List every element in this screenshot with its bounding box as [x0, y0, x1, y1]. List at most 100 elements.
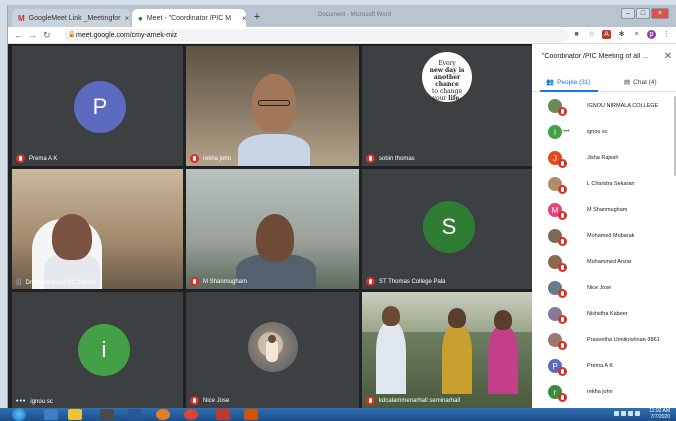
profile-image: Every new day is another chance to chang…	[422, 52, 472, 102]
tab-strip: M GoogleMeet Link _Meetingfor × ● Meet -…	[8, 5, 676, 27]
participant-tile[interactable]: Every new day is another chance to chang…	[362, 46, 532, 166]
panel-tabs: 👥 People (31) ▤ Chat (4)	[532, 74, 676, 92]
tab-people[interactable]: 👥 People (31)	[546, 78, 591, 87]
participant-tile[interactable]: M Shanmugham	[186, 169, 359, 289]
cast-icon[interactable]: ≡	[632, 30, 641, 39]
mic-off-icon	[558, 107, 567, 116]
more-icon: •••	[563, 129, 570, 135]
mic-off-icon	[558, 263, 567, 272]
person-head	[256, 214, 294, 262]
participant-row[interactable]: L Chandra Sekaran	[532, 171, 676, 197]
participant-name: Prema A K	[16, 154, 57, 163]
mic-off-icon	[190, 154, 199, 163]
participant-tile[interactable]: rekha john	[186, 46, 359, 166]
menu-icon[interactable]: ⋮	[662, 30, 671, 39]
participant-row[interactable]: i ••• ignou sc	[532, 119, 676, 145]
puzzle-icon[interactable]: ✱	[617, 30, 626, 39]
window-title: Document - Microsoft Word	[318, 12, 391, 18]
tab-meet[interactable]: ● Meet - "Coordinator /PIC M ×	[132, 9, 246, 27]
new-tab-button[interactable]: +	[250, 11, 264, 24]
close-tab-icon[interactable]: ×	[242, 14, 246, 23]
pdf-icon[interactable]	[216, 409, 230, 420]
tab-gmail[interactable]: M GoogleMeet Link _Meetingfor ×	[12, 9, 130, 27]
participant-row[interactable]: J Jisha Rajesh	[532, 145, 676, 171]
clock[interactable]: 11:02 AM 7/7/2020	[649, 408, 670, 420]
participant-tile[interactable]: S ST Thomas College Pala	[362, 169, 532, 289]
participant-list: IGNOU NIRMALA COLLEGE i ••• ignou sc J Jisha …	[532, 93, 676, 408]
participant-name: rekha john	[190, 154, 231, 163]
close-icon[interactable]: ✕	[664, 51, 672, 62]
reload-icon[interactable]: ↻	[43, 29, 51, 41]
ie-icon[interactable]	[44, 409, 58, 420]
participant-tile[interactable]: kdcalammenarhall seminarhall	[362, 292, 532, 408]
participant-name: Prema A K	[587, 363, 613, 369]
person-head	[448, 308, 466, 328]
tab-chat[interactable]: ▤ Chat (4)	[624, 78, 657, 87]
participant-row[interactable]: MM Shanmugham	[532, 197, 676, 223]
glasses	[258, 100, 290, 106]
volume-icon[interactable]	[635, 411, 640, 416]
participant-name: Praseetha Unnikrishnan-3861	[587, 337, 660, 343]
tray-icon[interactable]	[614, 411, 619, 416]
participant-tile[interactable]: ||| Dr. Jayakumari RC Cochin	[12, 169, 183, 289]
powerpoint-icon[interactable]	[244, 409, 258, 420]
mic-off-icon	[558, 341, 567, 350]
participant-row[interactable]: Muhammed Anzar	[532, 249, 676, 275]
participant-row[interactable]: Nishidha Kabeer	[532, 301, 676, 327]
person-head	[382, 306, 400, 326]
participant-row[interactable]: r rekha john	[532, 379, 676, 405]
person-body	[488, 326, 518, 394]
system-tray	[614, 411, 640, 416]
close-tab-icon[interactable]: ×	[125, 14, 130, 23]
media-icon[interactable]	[100, 409, 114, 420]
star-icon[interactable]: ☆	[587, 30, 596, 39]
mic-off-icon	[558, 159, 567, 168]
people-icon: 👥	[546, 79, 555, 86]
participant-name: Nishidha Kabeer	[587, 311, 628, 317]
participant-name: ST Thomas College Pala	[366, 277, 445, 286]
forward-arrow-icon[interactable]: →	[28, 29, 37, 41]
firefox-icon[interactable]	[156, 409, 170, 420]
participant-tile[interactable]: Nice Jose	[186, 292, 359, 408]
minimize-button[interactable]: –	[621, 8, 635, 19]
chrome-icon[interactable]	[184, 409, 198, 420]
tab-label: Meet - "Coordinator /PIC M	[146, 14, 232, 22]
participant-row[interactable]: IGNOU NIRMALA COLLEGE	[532, 93, 676, 119]
start-button[interactable]	[12, 408, 26, 421]
meet-icon: ●	[138, 13, 143, 23]
tab-label: GoogleMeet Link _Meetingfor	[28, 14, 121, 22]
close-window-button[interactable]: ×	[651, 8, 669, 19]
participant-name: Muhammed Anzar	[587, 259, 632, 265]
extension-icon[interactable]: A	[602, 30, 611, 39]
mic-off-icon	[16, 154, 25, 163]
tray-icon[interactable]	[628, 411, 633, 416]
word-icon[interactable]	[128, 409, 142, 420]
participant-tile[interactable]: i ••• ignou sc	[12, 292, 183, 408]
participant-name: M Shanmugham	[587, 207, 628, 213]
participant-row[interactable]: P Prema A K	[532, 353, 676, 379]
participant-name: sobin thomas	[366, 154, 415, 163]
url-text: meet.google.com/cmy-amek-miz	[76, 32, 178, 39]
camera-icon[interactable]: ■	[572, 30, 581, 39]
mic-off-icon	[558, 211, 567, 220]
participant-name: Jisha Rajesh	[587, 155, 619, 161]
people-panel: "Coordinator /PIC Meeting of all ... ✕ 👥…	[532, 44, 676, 408]
mic-off-icon	[366, 277, 375, 286]
mic-off-icon	[558, 237, 567, 246]
participant-name: ignou sc	[587, 129, 608, 135]
tray-icon[interactable]	[621, 411, 626, 416]
maximize-button[interactable]: □	[636, 8, 650, 19]
mic-off-icon	[190, 396, 199, 405]
person-body	[376, 322, 406, 394]
participant-row[interactable]: Praseetha Unnikrishnan-3861	[532, 327, 676, 353]
participant-row[interactable]: Nice Jose	[532, 275, 676, 301]
folder-icon[interactable]	[68, 409, 82, 420]
profile-avatar[interactable]: p	[647, 30, 656, 39]
toolbar-icons: ■ ☆ A ✱ ≡ p ⋮	[572, 30, 671, 39]
address-bar[interactable]: 🔒 meet.google.com/cmy-amek-miz	[64, 29, 569, 42]
participant-row[interactable]: Mohamed Mubarak	[532, 223, 676, 249]
participant-tile[interactable]: P Prema A K	[12, 46, 183, 166]
back-arrow-icon[interactable]: ←	[14, 29, 23, 41]
mic-off-icon	[190, 277, 199, 286]
window-controls: – □ ×	[621, 8, 669, 19]
